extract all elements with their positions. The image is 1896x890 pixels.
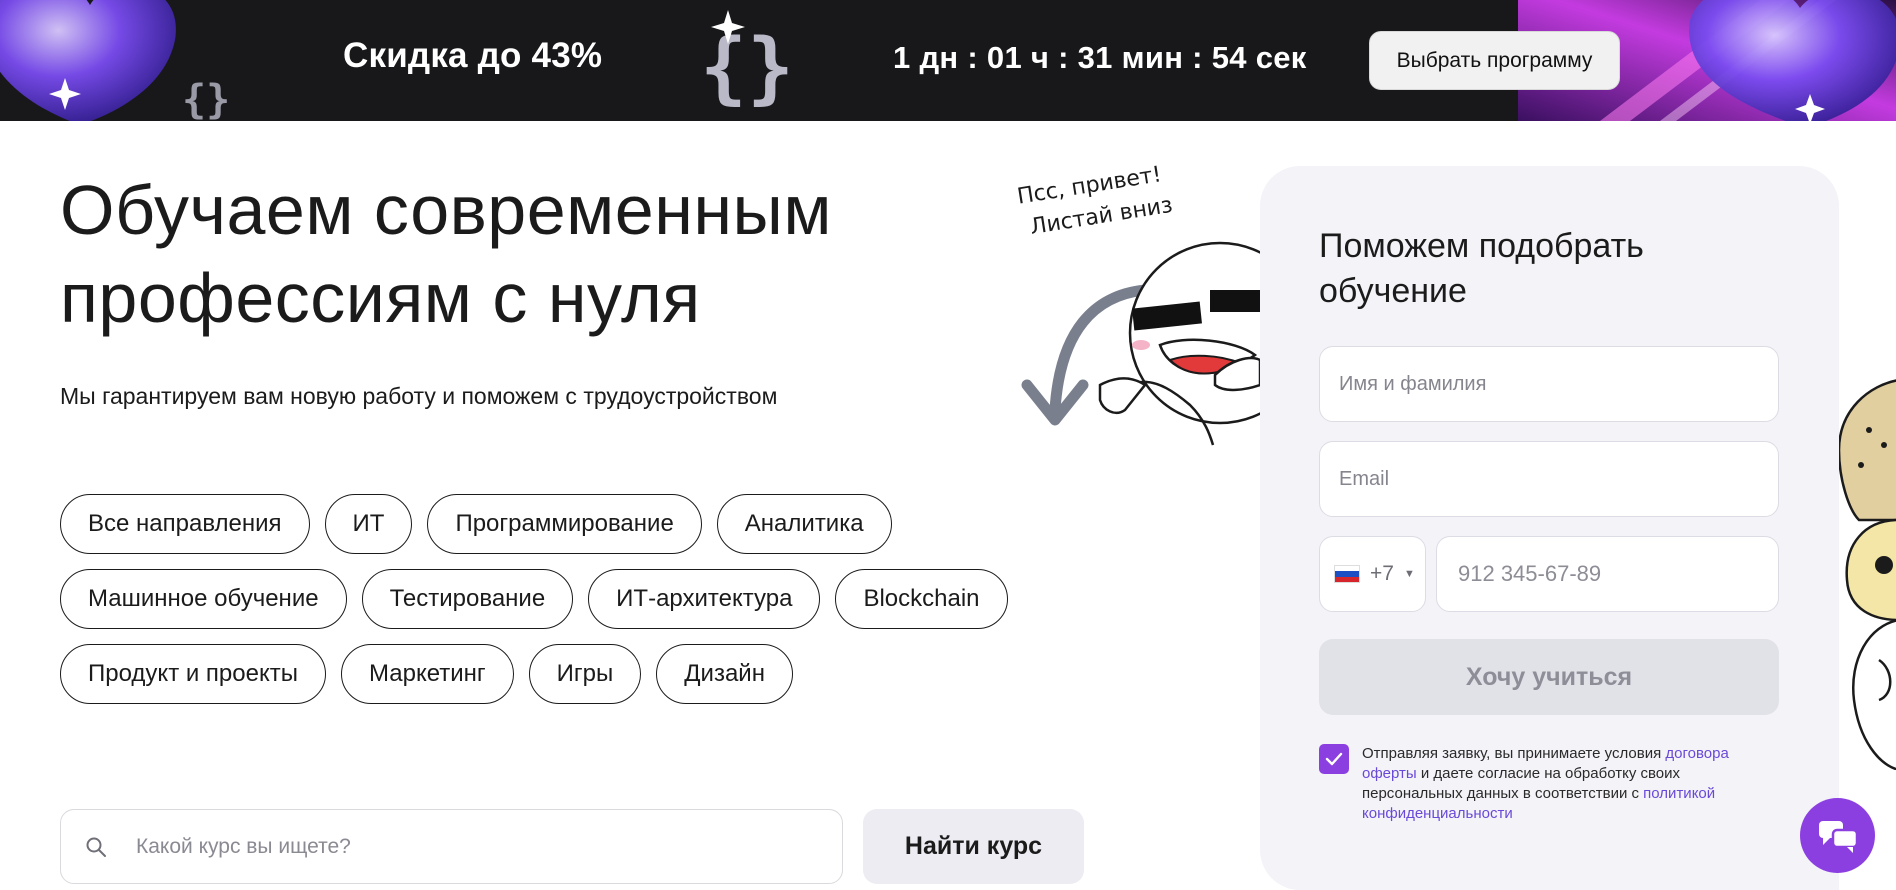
chat-button[interactable] — [1800, 798, 1875, 873]
chip-it[interactable]: ИТ — [324, 494, 413, 554]
chip-games[interactable]: Игры — [528, 644, 642, 704]
email-input[interactable] — [1320, 467, 1778, 491]
hero-title-line-2: профессиям с нуля — [60, 259, 701, 337]
email-field — [1319, 441, 1779, 517]
chip-marketing[interactable]: Маркетинг — [340, 644, 514, 704]
phone-field — [1436, 536, 1779, 612]
chip-product-projects[interactable]: Продукт и проекты — [60, 644, 326, 704]
mascot-illustration — [1021, 241, 1260, 446]
chip-programming[interactable]: Программирование — [427, 494, 702, 554]
promo-sale-text: Скидка до 43% — [343, 36, 603, 75]
course-search-box — [60, 809, 843, 884]
chip-analytics[interactable]: Аналитика — [716, 494, 892, 554]
consent-block: Отправляя заявку, вы принимаете условия … — [1319, 744, 1759, 824]
chip-row: Машинное обучение Тестирование ИТ-архите… — [60, 569, 1080, 629]
chip-design[interactable]: Дизайн — [656, 644, 793, 704]
choose-program-button[interactable]: Выбрать программу — [1369, 31, 1620, 90]
country-code-select[interactable]: +7 ▼ — [1319, 536, 1426, 612]
name-input[interactable] — [1320, 372, 1778, 396]
svg-text:{}: {} — [182, 77, 230, 121]
chip-machine-learning[interactable]: Машинное обучение — [60, 569, 347, 629]
country-code: +7 — [1370, 562, 1394, 585]
find-course-button[interactable]: Найти курс — [863, 809, 1084, 884]
consent-text-part: Отправляя заявку, вы принимаете условия — [1362, 745, 1666, 762]
chip-row: Все направления ИТ Программирование Анал… — [60, 494, 1080, 554]
consent-checkbox[interactable] — [1319, 744, 1349, 774]
check-icon — [1325, 752, 1343, 766]
search-icon — [86, 837, 106, 857]
hero-subtitle: Мы гарантируем вам новую работу и поможе… — [60, 383, 778, 409]
chevron-down-icon: ▼ — [1403, 568, 1415, 580]
russia-flag-icon — [1334, 565, 1360, 583]
chat-icon — [1818, 820, 1858, 853]
chip-testing[interactable]: Тестирование — [361, 569, 574, 629]
phone-input[interactable] — [1437, 561, 1778, 587]
hero-title-line-1: Обучаем современным — [60, 171, 832, 249]
want-to-study-button[interactable]: Хочу учиться — [1319, 639, 1779, 715]
name-field — [1319, 346, 1779, 422]
mascot-speech: Псс, привет! Листай вниз — [1015, 158, 1175, 245]
category-chips: Все направления ИТ Программирование Анал… — [60, 494, 1080, 719]
chip-row: Продукт и проекты Маркетинг Игры Дизайн — [60, 644, 1080, 704]
form-title: Поможем подобрать обучение — [1319, 227, 1644, 310]
svg-text:{}: {} — [700, 23, 794, 113]
hero-title: Обучаем современным профессиям с нуля — [60, 166, 960, 342]
course-search-input[interactable] — [136, 834, 776, 859]
promo-banner: {} {} Скидка до 43% 1 дн : 01 ч : 31 мин… — [0, 0, 1896, 121]
lead-form-card: Поможем подобрать обучение +7 ▼ Хочу учи… — [1260, 166, 1839, 890]
countdown-timer: 1 дн : 01 ч : 31 мин : 54 сек — [893, 40, 1307, 75]
chip-it-architecture[interactable]: ИТ-архитектура — [588, 569, 821, 629]
chip-blockchain[interactable]: Blockchain — [835, 569, 1008, 629]
chip-all-directions[interactable]: Все направления — [60, 494, 310, 554]
consent-text: Отправляя заявку, вы принимаете условия … — [1362, 744, 1759, 824]
side-character-illustration — [1839, 379, 1896, 770]
